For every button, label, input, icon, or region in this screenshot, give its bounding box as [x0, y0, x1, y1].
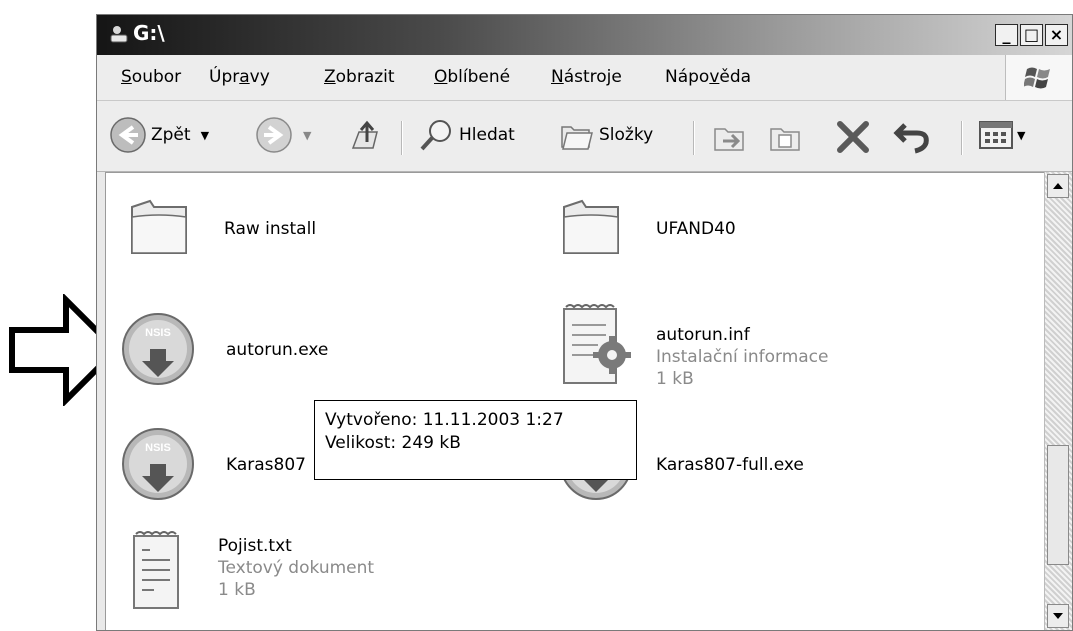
- scroll-up-icon: [1053, 183, 1063, 189]
- menu-bar: Soubor Úpravy Zobrazit Oblíbené Nástroje…: [97, 55, 1072, 101]
- search-icon: [420, 120, 451, 151]
- menu-upravy[interactable]: Úpravy: [209, 67, 270, 87]
- minimize-button[interactable]: _: [995, 24, 1018, 46]
- windows-logo-icon: [1005, 55, 1072, 100]
- views-button[interactable]: ▼: [979, 119, 1025, 151]
- delete-icon[interactable]: [835, 119, 871, 155]
- drive-icon: [110, 26, 128, 43]
- search-button-label: Hledat: [459, 125, 515, 145]
- menu-napoveda[interactable]: Nápověda: [665, 67, 751, 87]
- scroll-up-button[interactable]: [1047, 174, 1069, 198]
- file-type: Textový dokument: [218, 558, 375, 578]
- forward-button[interactable]: ▼: [255, 116, 311, 154]
- file-size: 1 kB: [656, 369, 694, 389]
- file-name: Pojist.txt: [218, 536, 292, 556]
- scroll-thumb[interactable]: [1047, 445, 1069, 565]
- folders-button-label: Složky: [599, 125, 654, 145]
- toolbar-separator: [401, 121, 403, 155]
- installer-icon: NSIS: [122, 313, 194, 385]
- toolbar-separator: [693, 121, 695, 155]
- folder-icon: [563, 199, 619, 254]
- back-arrow-icon: [110, 117, 146, 153]
- file-name: autorun.inf: [656, 325, 750, 345]
- file-name: Karas807-full.exe: [656, 455, 804, 475]
- file-tooltip: Vytvořeno: 11.11.2003 1:27 Velikost: 249…: [314, 400, 637, 480]
- scroll-down-icon: [1053, 613, 1063, 619]
- window-title: G:\: [133, 21, 165, 45]
- undo-icon[interactable]: [893, 117, 933, 155]
- svg-text:NSIS: NSIS: [145, 327, 171, 339]
- close-button[interactable]: ×: [1045, 24, 1068, 46]
- views-dropdown-icon[interactable]: ▼: [1017, 129, 1025, 142]
- file-item-ufand40[interactable]: UFAND40: [558, 191, 818, 271]
- menu-oblibene[interactable]: Oblíbené: [434, 67, 510, 87]
- menu-zobrazit[interactable]: Zobrazit: [324, 67, 395, 87]
- text-document-icon: [133, 531, 179, 609]
- toolbar-separator: [961, 121, 963, 155]
- copy-to-icon[interactable]: [767, 117, 805, 155]
- maximize-button[interactable]: □: [1020, 24, 1043, 46]
- folders-icon: [561, 126, 593, 150]
- svg-text:NSIS: NSIS: [145, 442, 171, 454]
- menu-soubor[interactable]: Soubor: [121, 67, 181, 87]
- file-item-raw-install[interactable]: Raw install: [126, 191, 386, 271]
- vertical-scrollbar[interactable]: [1044, 172, 1072, 630]
- forward-dropdown-icon[interactable]: ▼: [303, 129, 311, 142]
- file-item-autorun-exe[interactable]: NSIS autorun.exe: [120, 311, 380, 391]
- up-folder-icon[interactable]: [349, 118, 385, 154]
- folder-icon: [131, 199, 187, 254]
- folders-button[interactable]: Složky: [559, 117, 653, 153]
- tooltip-size: Velikost: 249 kB: [325, 433, 461, 453]
- scroll-down-button[interactable]: [1047, 604, 1069, 628]
- toolbar: Zpět ▼ ▼ Hledat Složky ▼: [97, 101, 1072, 172]
- file-type: Instalační informace: [656, 347, 829, 367]
- title-bar[interactable]: G:\ _ □ ×: [97, 15, 1072, 55]
- installer-icon: NSIS: [122, 428, 194, 500]
- file-item-pojist-txt[interactable]: Pojist.txt Textový dokument 1 kB: [128, 528, 448, 628]
- back-button[interactable]: Zpět ▼: [109, 116, 209, 154]
- setup-info-icon: [563, 304, 631, 384]
- file-name: UFAND40: [656, 219, 736, 239]
- file-name: Raw install: [224, 219, 317, 239]
- file-name: autorun.exe: [226, 340, 329, 360]
- tooltip-created: Vytvořeno: 11.11.2003 1:27: [325, 410, 564, 430]
- forward-arrow-icon: [256, 117, 292, 153]
- back-button-label: Zpět: [151, 125, 191, 145]
- file-size: 1 kB: [218, 580, 256, 600]
- file-item-autorun-inf[interactable]: autorun.inf Instalační informace 1 kB: [558, 303, 918, 403]
- back-dropdown-icon[interactable]: ▼: [201, 129, 209, 142]
- move-to-icon[interactable]: [711, 117, 749, 155]
- file-name: Karas807: [226, 455, 306, 475]
- views-icon: [979, 121, 1013, 149]
- explorer-window: G:\ _ □ × Soubor Úpravy Zobrazit Oblíben…: [96, 14, 1073, 631]
- menu-nastroje[interactable]: Nástroje: [551, 67, 622, 87]
- search-button[interactable]: Hledat: [419, 117, 515, 153]
